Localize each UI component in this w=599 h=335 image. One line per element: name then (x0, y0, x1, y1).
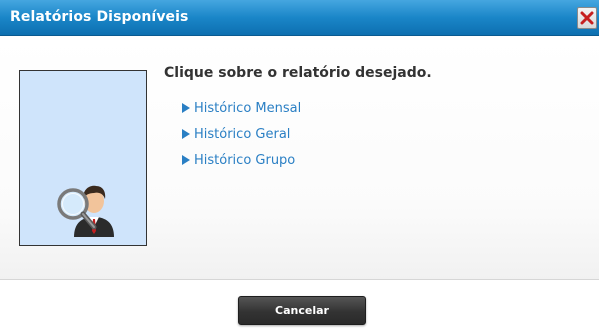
dialog-titlebar[interactable]: Relatórios Disponíveis (0, 0, 599, 36)
report-link-label[interactable]: Histórico Grupo (194, 153, 295, 168)
report-link-label[interactable]: Histórico Geral (194, 127, 290, 142)
report-list: Histórico Mensal Histórico Geral Históri… (182, 95, 301, 173)
instruction-heading: Clique sobre o relatório desejado. (164, 65, 432, 81)
close-button[interactable] (577, 7, 597, 29)
close-icon (580, 11, 594, 25)
report-link-historico-geral[interactable]: Histórico Geral (182, 121, 301, 147)
report-link-historico-mensal[interactable]: Histórico Mensal (182, 95, 301, 121)
report-link-label[interactable]: Histórico Mensal (194, 101, 301, 116)
arrow-right-icon (182, 129, 190, 139)
arrow-right-icon (182, 155, 190, 165)
illustration-panel (19, 70, 147, 246)
report-link-historico-grupo[interactable]: Histórico Grupo (182, 147, 301, 173)
dialog-title: Relatórios Disponíveis (10, 9, 189, 25)
cancel-button[interactable]: Cancelar (238, 296, 366, 325)
arrow-right-icon (182, 103, 190, 113)
reports-dialog: Relatórios Disponíveis Clique sobre o re… (0, 0, 599, 335)
user-search-icon (57, 185, 114, 237)
